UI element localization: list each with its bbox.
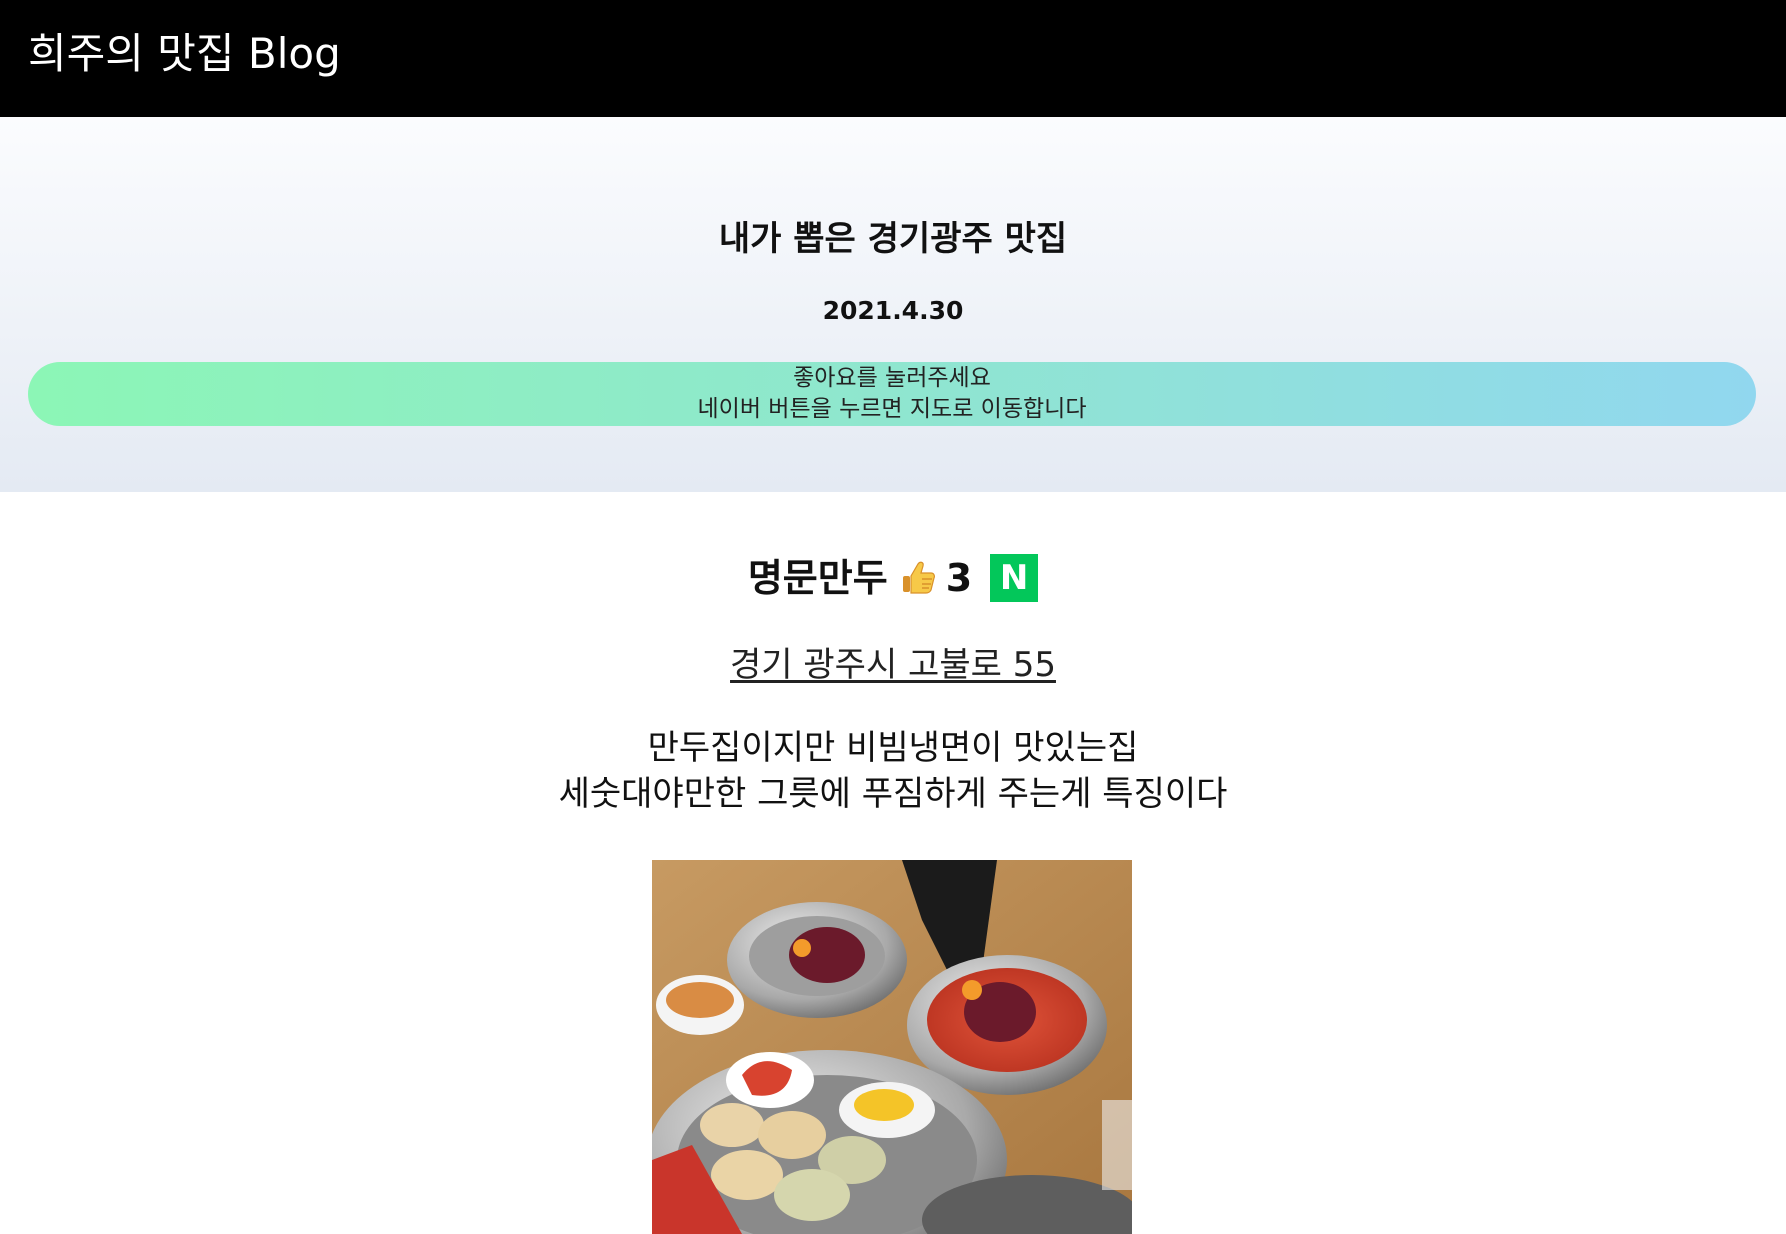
restaurant-header: 명문만두 3 N — [0, 552, 1786, 604]
thumbs-up-icon[interactable] — [898, 558, 938, 598]
restaurant-card: 명문만두 3 N 경기 광주시 고불로 55 만두집이지만 비빔냉면이 맛있는집… — [0, 492, 1786, 1234]
notice-line: 좋아요를 눌러주세요 — [793, 365, 991, 391]
post-title: 내가 뽑은 경기광주 맛집 — [718, 219, 1068, 259]
hero-section: 내가 뽑은 경기광주 맛집 2021.4.30 좋아요를 눌러주세요 네이버 버… — [0, 117, 1786, 492]
restaurant-name: 명문만두 — [747, 556, 888, 600]
address-container: 경기 광주시 고불로 55 — [0, 642, 1786, 688]
restaurant-description: 만두집이지만 비빔냉면이 맛있는집 세숫대야만한 그릇에 푸짐하게 주는게 특징… — [0, 725, 1786, 817]
naver-icon: N — [999, 558, 1029, 598]
site-title[interactable]: 희주의 맛집 Blog — [28, 26, 341, 82]
notice-banner: 좋아요를 눌러주세요 네이버 버튼을 누르면 지도로 이동합니다 — [28, 362, 1756, 426]
like-button[interactable]: 3 — [898, 554, 972, 602]
address-link[interactable]: 경기 광주시 고불로 55 — [730, 645, 1056, 685]
naver-map-button[interactable]: N — [990, 554, 1039, 602]
like-count: 3 — [945, 556, 973, 600]
top-navbar: 희주의 맛집 Blog — [0, 0, 1786, 117]
post-date: 2021.4.30 — [822, 296, 964, 325]
food-photo — [652, 860, 1132, 1234]
description-line: 만두집이지만 비빔냉면이 맛있는집 — [647, 728, 1139, 768]
notice-line: 네이버 버튼을 누르면 지도로 이동합니다 — [697, 396, 1087, 422]
description-line: 세숫대야만한 그릇에 푸짐하게 주는게 특징이다 — [558, 774, 1228, 814]
